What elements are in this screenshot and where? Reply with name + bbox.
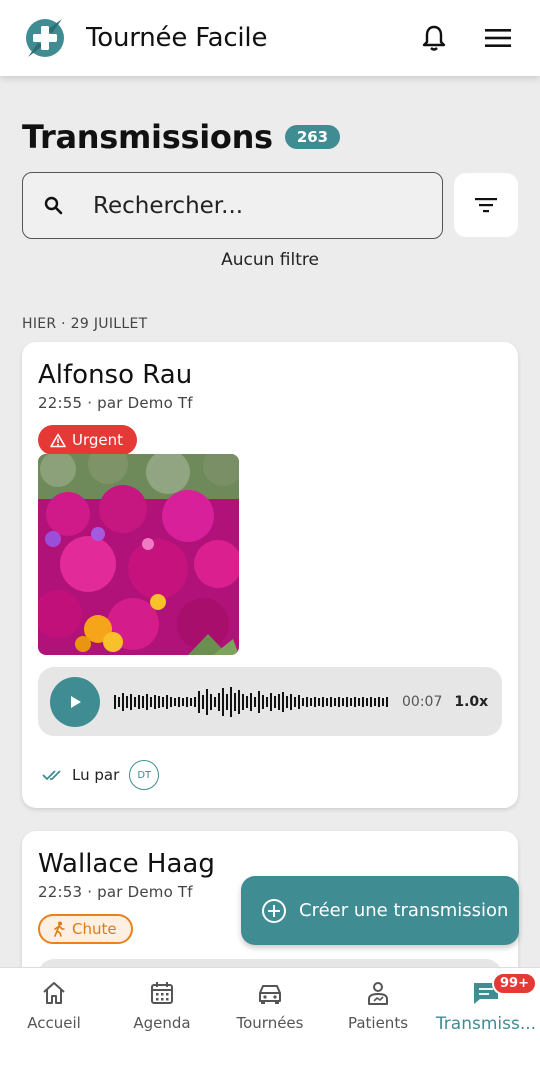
add-circle-icon (262, 898, 286, 923)
bell-icon (422, 25, 446, 51)
notifications-button[interactable] (414, 18, 454, 58)
nav-item-agenda[interactable]: Agenda (108, 968, 216, 1091)
app-logo (26, 19, 64, 57)
transmission-card[interactable]: Alfonso Rau 22:55 · par Demo Tf Urgent 0… (22, 342, 518, 808)
playback-speed-button[interactable]: 1.0x (454, 694, 488, 710)
transmission-photo[interactable] (38, 454, 239, 655)
search-icon (44, 196, 63, 214)
nav-item-patients[interactable]: Patients (324, 968, 432, 1091)
read-receipt: Lu par DT (42, 760, 160, 790)
app-bar: Tournée Facile (0, 0, 540, 76)
bottom-navigation: Accueil Agenda Tournées Patients 99+ Tra… (0, 967, 540, 1091)
filter-status: Aucun filtre (221, 250, 319, 270)
create-transmission-button[interactable]: Créer une transmission (241, 876, 519, 945)
nav-label: Transmiss... (435, 1014, 537, 1034)
urgent-tag: Urgent (38, 425, 138, 455)
audio-player: 00:07 1.0x (38, 667, 502, 736)
double-check-icon (42, 770, 61, 781)
tag-label: Chute (72, 920, 117, 938)
car-icon (259, 985, 281, 1004)
page-title: Transmissions (22, 118, 273, 156)
person-walking-icon (54, 921, 65, 937)
home-icon (43, 982, 65, 1004)
nav-item-transmissions[interactable]: 99+ Transmiss... (432, 968, 540, 1091)
patient-name: Alfonso Rau (38, 360, 193, 390)
notification-count-badge: 99+ (492, 972, 537, 995)
nav-label: Patients (347, 1014, 409, 1032)
filter-icon (475, 198, 497, 213)
play-button[interactable] (50, 676, 100, 727)
menu-button[interactable] (478, 18, 518, 58)
patient-icon (368, 982, 388, 1005)
count-badge: 263 (284, 125, 341, 149)
play-icon (71, 695, 81, 708)
calendar-icon (151, 982, 173, 1004)
page-header: Transmissions 263 (22, 118, 341, 156)
app-title: Tournée Facile (86, 23, 268, 53)
audio-time: 00:07 (402, 693, 443, 710)
chute-tag: Chute (38, 914, 133, 944)
transmission-meta: 22:55 · par Demo Tf (38, 394, 193, 412)
nav-item-tournees[interactable]: Tournées (216, 968, 324, 1091)
nav-label: Accueil (27, 1014, 81, 1032)
warning-icon (50, 433, 66, 447)
read-by-label: Lu par (72, 766, 120, 784)
reader-avatar: DT (129, 760, 160, 790)
date-group-label: HIER · 29 JUILLET (22, 316, 148, 332)
menu-icon (485, 29, 511, 47)
flowers-image (38, 454, 239, 655)
transmission-meta: 22:53 · par Demo Tf (38, 883, 193, 901)
search-box[interactable] (22, 172, 443, 239)
nav-label: Agenda (133, 1014, 191, 1032)
nav-item-accueil[interactable]: Accueil (0, 968, 108, 1091)
filter-button[interactable] (454, 173, 518, 237)
patient-name: Wallace Haag (38, 849, 215, 879)
tag-label: Urgent (72, 431, 124, 449)
search-input[interactable] (93, 192, 413, 219)
audio-waveform[interactable] (114, 685, 390, 719)
fab-label: Créer une transmission (299, 900, 509, 921)
nav-label: Tournées (236, 1014, 304, 1032)
